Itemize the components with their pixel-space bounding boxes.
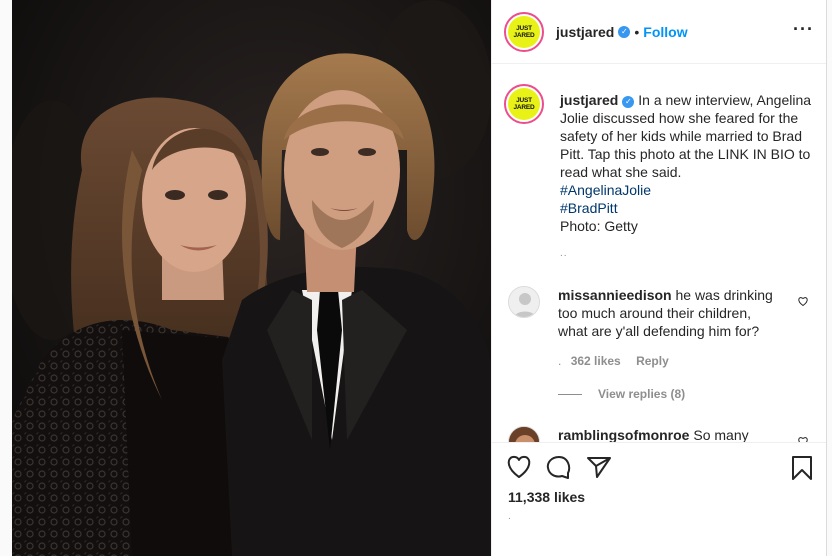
- comment-avatar[interactable]: [508, 426, 540, 442]
- avatar-logo: JUST JARED: [508, 15, 540, 48]
- caption-timestamp: ..: [560, 248, 568, 259]
- hashtag-link[interactable]: #BradPitt: [560, 199, 816, 217]
- comment-meta: . 362 likes Reply: [558, 354, 681, 368]
- header-username[interactable]: justjared: [556, 24, 614, 40]
- comments-list[interactable]: JUST JARED justjared ✓ In a new interview…: [492, 64, 826, 442]
- caption-text: justjared ✓ In a new interview, Angelina …: [560, 91, 816, 235]
- profile-avatar[interactable]: JUST JARED: [504, 11, 544, 52]
- photo-credit: Photo: Getty: [560, 218, 638, 234]
- comment-item: ramblingsofmonroe So many: [504, 426, 809, 442]
- view-replies-button[interactable]: View replies (8): [558, 387, 685, 401]
- comment-text: ramblingsofmonroe So many: [558, 426, 798, 442]
- default-avatar-icon: [509, 287, 539, 317]
- comment-icon[interactable]: [546, 455, 572, 482]
- verified-badge-icon: ✓: [622, 96, 635, 108]
- hashtag-link[interactable]: #AngelinaJolie: [560, 181, 816, 199]
- user-photo-avatar: [509, 427, 539, 442]
- verified-badge-icon: ✓: [618, 25, 631, 38]
- heart-icon[interactable]: [506, 455, 532, 482]
- post-side-panel: JUST JARED justjared ✓ • Follow ··· JUST…: [491, 0, 826, 556]
- instagram-post: JUST JARED justjared ✓ • Follow ··· JUST…: [12, 0, 827, 556]
- avatar-logo: JUST JARED: [508, 88, 540, 120]
- comment-username[interactable]: missannieedison: [558, 287, 672, 303]
- more-horizontal-icon[interactable]: ···: [793, 20, 814, 38]
- like-comment-heart-icon[interactable]: [797, 294, 809, 310]
- bookmark-icon[interactable]: [790, 455, 814, 484]
- likes-count[interactable]: 11,338 likes: [508, 489, 585, 505]
- comment-timestamp: .: [558, 354, 562, 368]
- share-icon[interactable]: [586, 455, 612, 482]
- comment-username[interactable]: ramblingsofmonroe: [558, 427, 689, 442]
- comment-text: missannieedison he was drinking too much…: [558, 286, 780, 340]
- comment-likes[interactable]: 362 likes: [571, 354, 621, 368]
- avatar-logo-text: JARED: [513, 31, 535, 39]
- avatar-logo-text: JARED: [513, 104, 535, 111]
- view-replies-label: View replies (8): [598, 387, 686, 401]
- photo-illustration: [12, 0, 491, 556]
- caption-avatar[interactable]: JUST JARED: [504, 84, 544, 124]
- avatar-logo-text: JUST: [516, 97, 532, 104]
- caption-username[interactable]: justjared: [560, 92, 618, 108]
- post-actions: 11,338 likes .: [492, 442, 826, 556]
- replies-divider: [558, 393, 582, 395]
- post-header: JUST JARED justjared ✓ • Follow ···: [492, 0, 826, 64]
- post-date: .: [508, 511, 511, 522]
- like-comment-heart-icon[interactable]: [797, 434, 809, 442]
- comment-avatar[interactable]: [508, 286, 540, 318]
- follow-button[interactable]: Follow: [643, 24, 687, 40]
- avatar-logo-text: JUST: [516, 24, 532, 32]
- reply-button[interactable]: Reply: [636, 354, 669, 368]
- comment-body: So many: [693, 427, 749, 442]
- separator-dot: •: [634, 23, 640, 40]
- comment-item: missannieedison he was drinking too much…: [504, 286, 809, 416]
- post-photo[interactable]: [12, 0, 491, 556]
